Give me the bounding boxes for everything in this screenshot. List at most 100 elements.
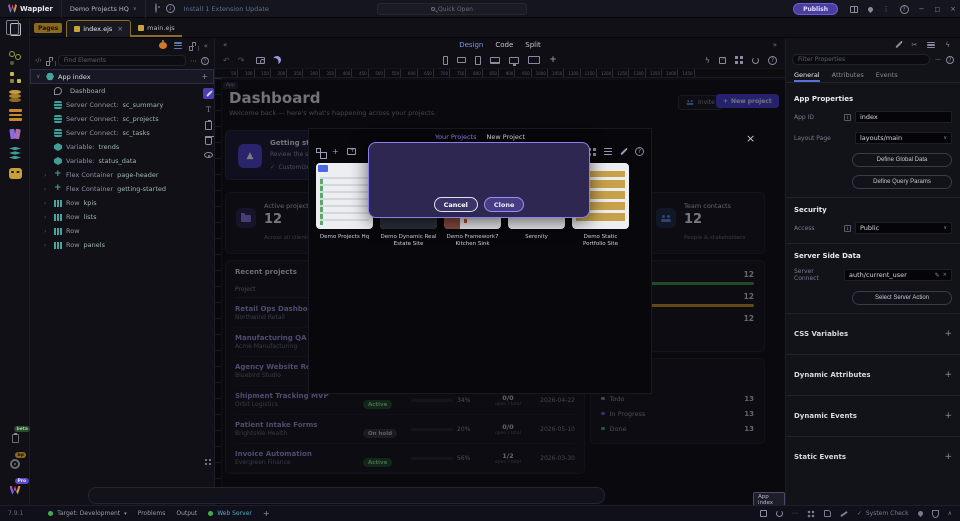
sidebar-item-beta-tools[interactable] <box>7 430 23 446</box>
refresh-icon[interactable] <box>776 510 783 517</box>
sidebar-item-pages[interactable] <box>7 21 23 37</box>
dom-tree-icon[interactable] <box>46 57 54 64</box>
tv-icon[interactable] <box>528 56 540 64</box>
minimize-button[interactable]: − <box>919 5 925 13</box>
seasonal-pumpkin-icon[interactable] <box>159 42 167 49</box>
tab-main-ejs[interactable]: main.ejs <box>131 20 182 37</box>
section-dynamic-events[interactable]: Dynamic Events + <box>794 404 952 428</box>
paintbrush-icon[interactable] <box>840 510 848 516</box>
sidebar-item-database[interactable] <box>7 88 23 104</box>
new-folder-icon[interactable] <box>347 148 356 155</box>
modal-close-icon[interactable]: × <box>746 132 755 145</box>
tree-node[interactable]: Server Connect: sc_summary <box>30 98 214 112</box>
add-panel-icon[interactable]: + <box>263 509 270 518</box>
chevron-collapsed-icon[interactable]: › <box>44 186 50 193</box>
gear-icon[interactable] <box>155 5 157 12</box>
edit-action-icon[interactable]: ✎ <box>935 272 940 279</box>
app-id-field[interactable]: index <box>855 111 952 123</box>
cleanup-icon[interactable] <box>917 510 924 517</box>
section-dynamic-attributes[interactable]: Dynamic Attributes + <box>794 363 952 387</box>
tree-node[interactable]: › Row panels <box>30 238 214 252</box>
close-button[interactable]: × <box>950 5 956 13</box>
list-view-icon[interactable] <box>174 42 182 49</box>
chevron-expanded-icon[interactable]: ∨ <box>36 73 42 80</box>
tab-split[interactable]: Split <box>525 41 541 49</box>
help-icon[interactable]: ? <box>900 5 909 14</box>
system-check-button[interactable]: ✓ System Check <box>857 510 909 517</box>
select-server-action-button[interactable]: Select Server Action <box>852 291 952 305</box>
close-tab-icon[interactable]: × <box>117 25 123 33</box>
section-css-variables[interactable]: CSS Variables + <box>794 322 952 346</box>
responsive-resize-icon[interactable]: + <box>549 55 557 65</box>
tab-design[interactable]: Design <box>459 41 483 49</box>
tab-new-project[interactable]: New Project <box>487 133 525 141</box>
sidebar-item-settings[interactable] <box>7 456 23 472</box>
text-tool-icon[interactable]: T <box>206 106 211 114</box>
edit-icon[interactable] <box>895 42 901 48</box>
sidebar-item-ai-assistant[interactable] <box>7 165 23 181</box>
tab-general[interactable]: General <box>794 71 820 82</box>
visibility-icon[interactable] <box>204 152 213 158</box>
kebab-menu-icon[interactable]: ⋮ <box>883 5 890 13</box>
pages-badge[interactable]: Pages <box>34 23 62 33</box>
share-nodes-icon[interactable] <box>807 510 815 518</box>
section-static-events[interactable]: Static Events + <box>794 445 952 469</box>
clone-button[interactable]: Clone <box>484 197 525 212</box>
tree-node[interactable]: › Row <box>30 224 214 238</box>
define-query-params-button[interactable]: Define Query Params <box>852 175 952 189</box>
delete-icon[interactable] <box>205 137 212 145</box>
code-view-icon[interactable]: ‹/› <box>35 57 42 64</box>
sidebar-item-styles[interactable] <box>7 126 23 142</box>
extension-update-link[interactable]: Install 1 Extension Update <box>184 5 269 13</box>
expand-icon[interactable]: + <box>944 329 952 339</box>
collapse-statusbar-icon[interactable]: ∧ <box>948 510 952 517</box>
expand-icon[interactable]: + <box>944 452 952 462</box>
cancel-button[interactable]: Cancel <box>434 197 478 212</box>
tab-attributes[interactable]: Attributes <box>832 71 864 82</box>
tablet-icon[interactable] <box>475 56 481 65</box>
expand-icon[interactable]: + <box>944 411 952 421</box>
help-icon[interactable]: ? <box>635 147 644 156</box>
select-tool-icon[interactable] <box>760 510 767 517</box>
project-thumbnail[interactable] <box>316 163 373 229</box>
bolt-icon[interactable]: ϟ <box>945 41 950 49</box>
layout-columns-icon[interactable] <box>850 6 858 13</box>
security-check-icon[interactable] <box>932 510 939 518</box>
apps-grid-icon[interactable] <box>204 452 213 471</box>
tree-node[interactable]: Server Connect: sc_tasks <box>30 126 214 140</box>
feedback-icon[interactable] <box>824 510 831 517</box>
tree-node-app-index[interactable]: ∨ App index + <box>30 69 214 84</box>
project-selector[interactable]: Demo Projects HQ ∨ <box>61 0 146 18</box>
sidebar-item-server[interactable] <box>7 107 23 123</box>
filter-properties-input[interactable] <box>792 54 930 65</box>
console-dock[interactable] <box>88 487 605 504</box>
tree-node[interactable]: Server Connect: sc_projects <box>30 112 214 126</box>
chevron-collapsed-icon[interactable]: › <box>44 228 50 235</box>
tab-events[interactable]: Events <box>876 71 898 82</box>
workflow-icon[interactable] <box>316 148 324 156</box>
problems-button[interactable]: Problems <box>138 510 166 517</box>
publish-button[interactable]: Publish <box>793 3 838 15</box>
clear-action-icon[interactable]: × <box>943 272 947 278</box>
laptop-icon[interactable] <box>490 57 500 64</box>
find-elements-input[interactable] <box>58 55 186 66</box>
tablet-landscape-icon[interactable] <box>457 57 466 63</box>
phone-icon[interactable] <box>443 56 448 65</box>
target-selector[interactable]: Target: Development ▾ <box>48 510 126 517</box>
edit-element-icon[interactable] <box>203 88 214 99</box>
tree-node[interactable]: Dashboard <box>30 84 214 98</box>
open-in-browser-icon[interactable]: ↗ <box>719 57 726 64</box>
rename-icon[interactable] <box>620 148 626 154</box>
help-icon[interactable]: ? <box>946 56 954 64</box>
tree-node[interactable]: Variable: trends <box>30 140 214 154</box>
more-icon[interactable]: ⋯ <box>792 510 798 517</box>
layout-page-select[interactable]: layouts/main ∨ <box>855 132 952 144</box>
tree-node[interactable]: › Flex Container getting-started <box>30 182 214 196</box>
add-element-icon[interactable]: + <box>201 72 208 81</box>
define-global-data-button[interactable]: Define Global Data <box>852 153 952 167</box>
tab-index-ejs[interactable]: index.ejs × <box>66 20 131 37</box>
quick-open-search[interactable]: Quick Open <box>377 3 527 15</box>
tree-node[interactable]: › Row lists <box>30 210 214 224</box>
desktop-icon[interactable] <box>509 57 519 64</box>
expand-icon[interactable]: + <box>944 370 952 380</box>
